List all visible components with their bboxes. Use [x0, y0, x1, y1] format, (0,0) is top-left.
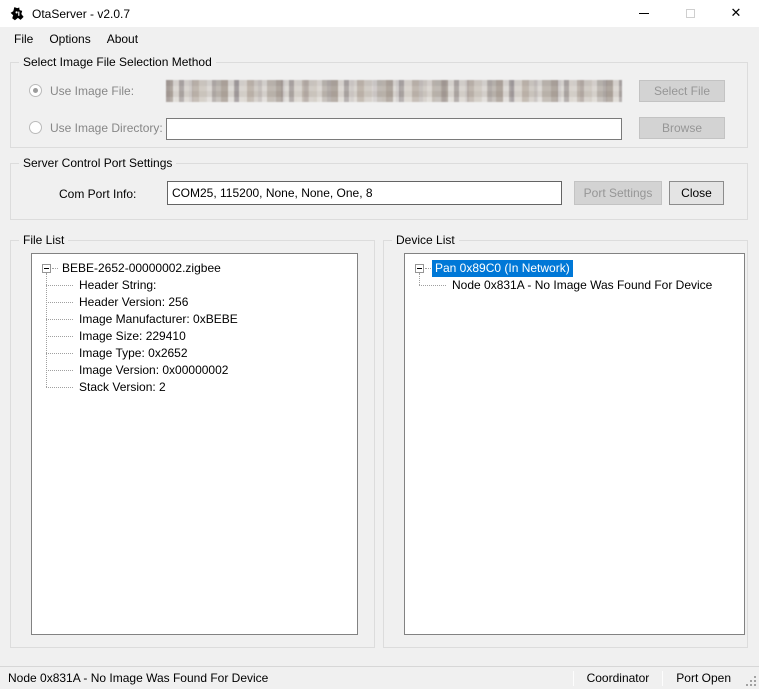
status-separator — [573, 671, 574, 686]
device-tree-root-label[interactable]: Pan 0x89C0 (In Network) — [432, 260, 573, 277]
tree-item-node[interactable]: Node 0x831A - No Image Was Found For Dev… — [452, 277, 744, 294]
status-role: Coordinator — [575, 671, 662, 685]
ti-logo-icon — [9, 6, 25, 22]
maximize-icon — [686, 9, 695, 18]
device-tree-children: Node 0x831A - No Image Was Found For Dev… — [405, 277, 744, 294]
title-bar: OtaServer - v2.0.7 ✕ — [0, 0, 759, 27]
use-image-directory-radio[interactable] — [29, 121, 42, 134]
device-tree-root[interactable]: Pan 0x89C0 (In Network) — [405, 260, 744, 277]
status-port-open: Port Open — [664, 671, 743, 685]
status-bar: Node 0x831A - No Image Was Found For Dev… — [0, 666, 759, 689]
tree-item-header-string[interactable]: Header String: — [79, 277, 357, 294]
port-settings-group-caption: Server Control Port Settings — [19, 156, 176, 170]
collapse-minus-icon[interactable] — [415, 264, 424, 273]
file-list-tree[interactable]: BEBE-2652-00000002.zigbee Header String:… — [31, 253, 358, 635]
tree-item-header-version[interactable]: Header Version: 256 — [79, 294, 357, 311]
port-settings-button[interactable]: Port Settings — [574, 181, 662, 205]
tree-connector — [425, 268, 431, 269]
file-list-group: File List BEBE-2652-00000002.zigbee Head… — [10, 240, 375, 648]
browse-button[interactable]: Browse — [639, 117, 725, 139]
use-image-file-label: Use Image File: — [50, 84, 134, 98]
menu-about[interactable]: About — [99, 28, 146, 50]
window-title: OtaServer - v2.0.7 — [32, 7, 130, 21]
status-separator — [662, 671, 663, 686]
tree-item-image-manufacturer[interactable]: Image Manufacturer: 0xBEBE — [79, 311, 357, 328]
collapse-minus-icon[interactable] — [42, 264, 51, 273]
file-tree-root-label[interactable]: BEBE-2652-00000002.zigbee — [59, 260, 224, 277]
minimize-button[interactable] — [621, 0, 667, 27]
file-tree-children: Header String: Header Version: 256 Image… — [32, 277, 357, 396]
file-list-caption: File List — [19, 233, 68, 247]
tree-item-stack-version[interactable]: Stack Version: 2 — [79, 379, 357, 396]
select-file-button[interactable]: Select File — [639, 80, 725, 102]
device-list-caption: Device List — [392, 233, 459, 247]
close-icon: ✕ — [731, 7, 742, 20]
status-message: Node 0x831A - No Image Was Found For Dev… — [8, 671, 268, 685]
tree-item-image-type[interactable]: Image Type: 0x2652 — [79, 345, 357, 362]
use-image-file-radio[interactable] — [29, 84, 42, 97]
close-port-button[interactable]: Close — [669, 181, 724, 205]
close-button[interactable]: ✕ — [713, 0, 759, 27]
image-file-path-field-redacted[interactable] — [166, 80, 622, 102]
image-directory-field[interactable] — [166, 118, 622, 140]
menu-file[interactable]: File — [6, 28, 41, 50]
tree-item-image-size[interactable]: Image Size: 229410 — [79, 328, 357, 345]
tree-connector — [52, 268, 58, 269]
use-image-directory-label: Use Image Directory: — [50, 121, 163, 135]
port-settings-group: Server Control Port Settings Com Port In… — [10, 163, 748, 220]
tree-item-image-version[interactable]: Image Version: 0x00000002 — [79, 362, 357, 379]
resize-grip[interactable] — [744, 674, 757, 687]
com-port-label: Com Port Info: — [59, 187, 136, 201]
image-selection-group: Select Image File Selection Method Use I… — [10, 62, 748, 148]
device-list-tree[interactable]: Pan 0x89C0 (In Network) Node 0x831A - No… — [404, 253, 745, 635]
maximize-button[interactable] — [667, 0, 713, 27]
minimize-icon — [639, 13, 649, 14]
menu-bar: File Options About — [0, 27, 759, 51]
device-list-group: Device List Pan 0x89C0 (In Network) Node… — [383, 240, 748, 648]
app-window: OtaServer - v2.0.7 ✕ File Options About … — [0, 0, 759, 689]
file-tree-root[interactable]: BEBE-2652-00000002.zigbee — [32, 260, 357, 277]
menu-options[interactable]: Options — [41, 28, 98, 50]
com-port-info-field[interactable] — [167, 181, 562, 205]
image-selection-group-caption: Select Image File Selection Method — [19, 55, 216, 69]
